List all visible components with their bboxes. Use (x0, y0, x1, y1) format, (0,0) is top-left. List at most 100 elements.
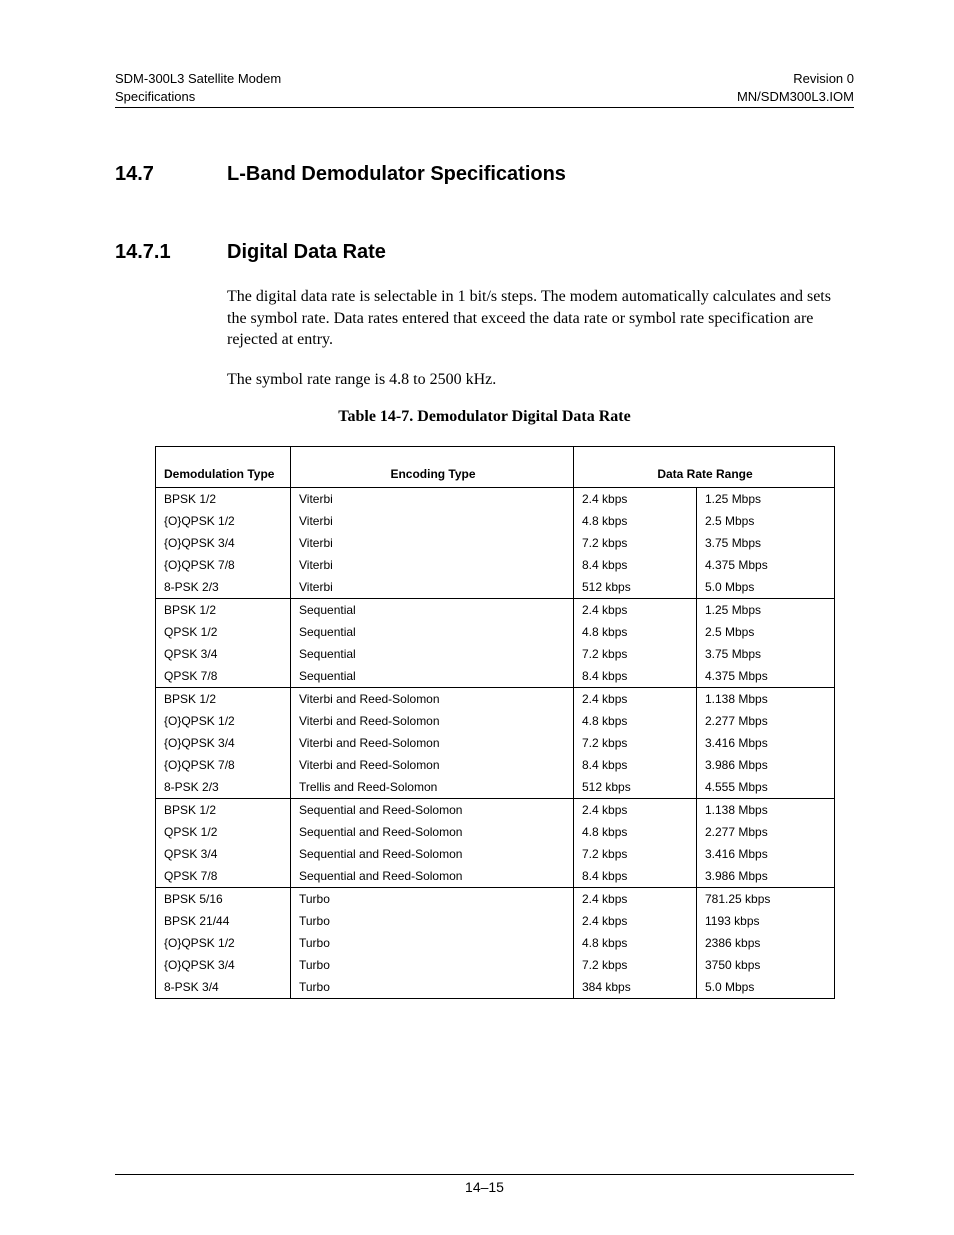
table-cell: BPSK 21/44 (156, 910, 291, 932)
table-cell: 2.277 Mbps (697, 821, 835, 843)
table-cell: 7.2 kbps (574, 532, 697, 554)
table-cell: 4.8 kbps (574, 510, 697, 532)
table-row: {O}QPSK 3/4Viterbi7.2 kbps3.75 Mbps (156, 532, 835, 554)
table-cell: 2.4 kbps (574, 888, 697, 911)
section-number: 14.7 (115, 163, 227, 186)
data-rate-table: Demodulation Type Encoding Type Data Rat… (155, 446, 835, 999)
table-cell: 781.25 kbps (697, 888, 835, 911)
table-cell: 8.4 kbps (574, 865, 697, 888)
table-cell: 8.4 kbps (574, 665, 697, 688)
table-cell: Viterbi and Reed-Solomon (291, 710, 574, 732)
table-cell: 4.8 kbps (574, 621, 697, 643)
body-paragraph: The symbol rate range is 4.8 to 2500 kHz… (227, 369, 854, 391)
table-row: BPSK 1/2Sequential2.4 kbps1.25 Mbps (156, 599, 835, 622)
table-cell: {O}QPSK 7/8 (156, 754, 291, 776)
table-cell: 8.4 kbps (574, 554, 697, 576)
table-caption: Table 14-7. Demodulator Digital Data Rat… (115, 408, 854, 426)
table-cell: Sequential (291, 643, 574, 665)
header-product: SDM-300L3 Satellite Modem (115, 70, 281, 88)
table-cell: Sequential and Reed-Solomon (291, 821, 574, 843)
table-row: QPSK 1/2Sequential and Reed-Solomon4.8 k… (156, 821, 835, 843)
table-cell: Turbo (291, 976, 574, 999)
table-cell: 8-PSK 3/4 (156, 976, 291, 999)
table-cell: 5.0 Mbps (697, 976, 835, 999)
subsection-heading: 14.7.1Digital Data Rate (115, 241, 854, 264)
table-cell: QPSK 3/4 (156, 843, 291, 865)
table-cell: 3.986 Mbps (697, 754, 835, 776)
table-cell: QPSK 1/2 (156, 621, 291, 643)
table-cell: 2.4 kbps (574, 599, 697, 622)
page-footer: 14–15 (115, 1174, 854, 1195)
page-number: 14–15 (465, 1179, 504, 1195)
table-cell: Viterbi (291, 488, 574, 511)
table-cell: Viterbi and Reed-Solomon (291, 688, 574, 711)
table-row: 8-PSK 3/4Turbo384 kbps5.0 Mbps (156, 976, 835, 999)
table-cell: Viterbi (291, 576, 574, 599)
table-cell: 7.2 kbps (574, 954, 697, 976)
table-row: 8-PSK 2/3Viterbi512 kbps5.0 Mbps (156, 576, 835, 599)
table-cell: 2.4 kbps (574, 488, 697, 511)
table-row: QPSK 7/8Sequential8.4 kbps4.375 Mbps (156, 665, 835, 688)
table-cell: BPSK 1/2 (156, 799, 291, 822)
table-cell: 4.8 kbps (574, 710, 697, 732)
table-cell: 2.4 kbps (574, 910, 697, 932)
table-cell: Viterbi (291, 510, 574, 532)
table-cell: Turbo (291, 932, 574, 954)
table-cell: 512 kbps (574, 776, 697, 799)
table-cell: {O}QPSK 1/2 (156, 932, 291, 954)
table-cell: 1.25 Mbps (697, 488, 835, 511)
table-cell: 3.986 Mbps (697, 865, 835, 888)
table-row: {O}QPSK 7/8Viterbi8.4 kbps4.375 Mbps (156, 554, 835, 576)
table-cell: 3750 kbps (697, 954, 835, 976)
table-cell: Turbo (291, 888, 574, 911)
table-cell: 3.75 Mbps (697, 532, 835, 554)
table-cell: 1193 kbps (697, 910, 835, 932)
table-row: BPSK 5/16Turbo2.4 kbps781.25 kbps (156, 888, 835, 911)
table-row: 8-PSK 2/3Trellis and Reed-Solomon512 kbp… (156, 776, 835, 799)
body-paragraph: The digital data rate is selectable in 1… (227, 286, 854, 351)
section-title: L-Band Demodulator Specifications (227, 163, 566, 185)
table-row: {O}QPSK 1/2Viterbi4.8 kbps2.5 Mbps (156, 510, 835, 532)
page-header: SDM-300L3 Satellite Modem Specifications… (115, 70, 854, 108)
table-cell: 512 kbps (574, 576, 697, 599)
table-row: BPSK 1/2Sequential and Reed-Solomon2.4 k… (156, 799, 835, 822)
table-cell: 7.2 kbps (574, 732, 697, 754)
table-row: BPSK 21/44Turbo2.4 kbps1193 kbps (156, 910, 835, 932)
table-cell: Trellis and Reed-Solomon (291, 776, 574, 799)
table-cell: QPSK 3/4 (156, 643, 291, 665)
table-cell: {O}QPSK 1/2 (156, 510, 291, 532)
table-cell: 1.25 Mbps (697, 599, 835, 622)
table-cell: Viterbi and Reed-Solomon (291, 732, 574, 754)
table-cell: 5.0 Mbps (697, 576, 835, 599)
table-cell: {O}QPSK 1/2 (156, 710, 291, 732)
table-cell: 8-PSK 2/3 (156, 776, 291, 799)
table-cell: Turbo (291, 954, 574, 976)
table-cell: 1.138 Mbps (697, 799, 835, 822)
table-row: {O}QPSK 1/2Viterbi and Reed-Solomon4.8 k… (156, 710, 835, 732)
table-row: QPSK 3/4Sequential and Reed-Solomon7.2 k… (156, 843, 835, 865)
table-cell: 4.375 Mbps (697, 554, 835, 576)
table-cell: Viterbi (291, 554, 574, 576)
table-cell: Sequential and Reed-Solomon (291, 865, 574, 888)
table-cell: Sequential (291, 665, 574, 688)
table-row: {O}QPSK 3/4Viterbi and Reed-Solomon7.2 k… (156, 732, 835, 754)
table-row: {O}QPSK 7/8Viterbi and Reed-Solomon8.4 k… (156, 754, 835, 776)
table-cell: {O}QPSK 7/8 (156, 554, 291, 576)
table-cell: 2386 kbps (697, 932, 835, 954)
table-cell: Sequential (291, 621, 574, 643)
table-cell: 4.8 kbps (574, 932, 697, 954)
table-cell: BPSK 5/16 (156, 888, 291, 911)
table-cell: Sequential and Reed-Solomon (291, 799, 574, 822)
table-cell: QPSK 7/8 (156, 865, 291, 888)
table-cell: BPSK 1/2 (156, 599, 291, 622)
table-cell: BPSK 1/2 (156, 688, 291, 711)
table-row: BPSK 1/2Viterbi2.4 kbps1.25 Mbps (156, 488, 835, 511)
table-cell: Sequential and Reed-Solomon (291, 843, 574, 865)
table-row: {O}QPSK 1/2Turbo4.8 kbps2386 kbps (156, 932, 835, 954)
col-encoding-type: Encoding Type (291, 447, 574, 488)
table-cell: {O}QPSK 3/4 (156, 954, 291, 976)
table-cell: 2.4 kbps (574, 688, 697, 711)
table-cell: {O}QPSK 3/4 (156, 732, 291, 754)
table-cell: QPSK 7/8 (156, 665, 291, 688)
table-cell: 2.4 kbps (574, 799, 697, 822)
